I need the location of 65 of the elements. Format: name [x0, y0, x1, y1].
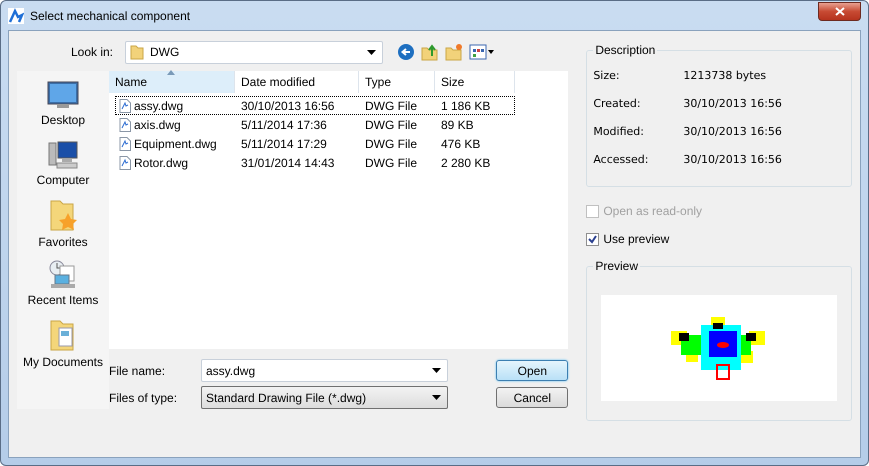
property-value: 30/10/2013 16:56 — [683, 152, 782, 166]
file-icon — [119, 118, 131, 132]
file-name: axis.dwg — [134, 118, 181, 132]
places-item[interactable]: Desktop — [17, 79, 109, 130]
back-icon[interactable] — [397, 43, 415, 61]
date-cell-text: 31/01/2014 14:43 — [240, 156, 336, 170]
size-cell-text: 89 KB — [440, 118, 475, 132]
close-icon — [834, 6, 844, 16]
property-value: 30/10/2013 16:56 — [683, 124, 782, 138]
property-label: Size: — [593, 68, 621, 82]
file-name: Equipment.dwg — [134, 136, 217, 150]
file-icon — [119, 156, 131, 170]
file-icon — [119, 136, 131, 150]
type-cell-text: DWG File — [364, 98, 418, 112]
up-folder-icon[interactable] — [421, 43, 439, 61]
file-row[interactable]: Equipment.dwg 5/11/2014 17:29 DWG File 476 KB — [115, 134, 515, 153]
dropdown-arrow-icon — [432, 395, 441, 400]
size-cell-text: 476 KB — [440, 136, 482, 150]
folder-icon — [130, 44, 144, 60]
option-checkbox[interactable]: Use preview — [586, 225, 852, 253]
look-in-label: Look in: — [70, 45, 114, 59]
file-name-label: File name: — [109, 364, 166, 378]
date-cell-text: 5/11/2014 17:29 — [240, 136, 328, 150]
look-in-dropdown[interactable]: DWG — [125, 40, 383, 64]
computer-icon — [47, 139, 79, 171]
open-button[interactable]: Open — [496, 360, 568, 381]
cancel-button[interactable]: Cancel — [496, 387, 568, 408]
group-title: Preview — [594, 259, 640, 273]
file-row[interactable]: assy.dwg 30/10/2013 16:56 DWG File 1 186 KB — [115, 96, 515, 115]
file-row[interactable]: Rotor.dwg 31/01/2014 14:43 DWG File 2 280 KB — [115, 153, 515, 172]
type-cell-text: DWG File — [364, 136, 418, 150]
checkbox[interactable] — [586, 232, 600, 246]
property-value: 1213738 bytes — [683, 68, 766, 82]
property-label: Modified: — [593, 124, 645, 138]
places-item[interactable]: Recent Items — [17, 259, 109, 310]
close-button[interactable] — [818, 2, 861, 20]
app-icon — [8, 8, 24, 24]
sort-arrow-icon — [167, 70, 175, 75]
monitor-icon — [47, 79, 79, 111]
dropdown-arrow-icon — [367, 50, 376, 54]
type-cell-text: DWG File — [364, 118, 418, 132]
date-cell-text: 30/10/2013 16:56 — [240, 98, 336, 112]
view-menu-icon[interactable] — [469, 44, 495, 60]
file-type-label: Files of type: — [109, 390, 178, 404]
property-label: Accessed: — [593, 152, 650, 166]
date-cell-text: 5/11/2014 17:36 — [240, 118, 328, 132]
places-item[interactable]: Computer — [17, 139, 109, 190]
places-item[interactable]: Favorites — [17, 199, 109, 250]
file-type-dropdown[interactable]: Standard Drawing File (*.dwg) — [201, 386, 448, 409]
file-icon — [119, 98, 131, 112]
checkmark-icon — [588, 234, 598, 244]
group-title: Description — [594, 43, 656, 57]
window-title: Select mechanical component — [30, 8, 190, 22]
size-cell-text: 2 280 KB — [440, 156, 492, 170]
dropdown-arrow-icon — [432, 368, 441, 373]
property-value: 30/10/2013 16:56 — [683, 96, 782, 110]
file-name: assy.dwg — [134, 98, 184, 112]
column-header[interactable]: Name — [109, 71, 235, 93]
file-name: Rotor.dwg — [134, 156, 188, 170]
size-cell-text: 1 186 KB — [440, 98, 492, 112]
file-name-field[interactable]: assy.dwg — [201, 359, 448, 382]
places-item[interactable]: My Documents — [17, 319, 109, 370]
file-row[interactable]: axis.dwg 5/11/2014 17:36 DWG File 89 KB — [115, 115, 515, 134]
property-label: Created: — [593, 96, 642, 110]
type-cell-text: DWG File — [364, 156, 418, 170]
